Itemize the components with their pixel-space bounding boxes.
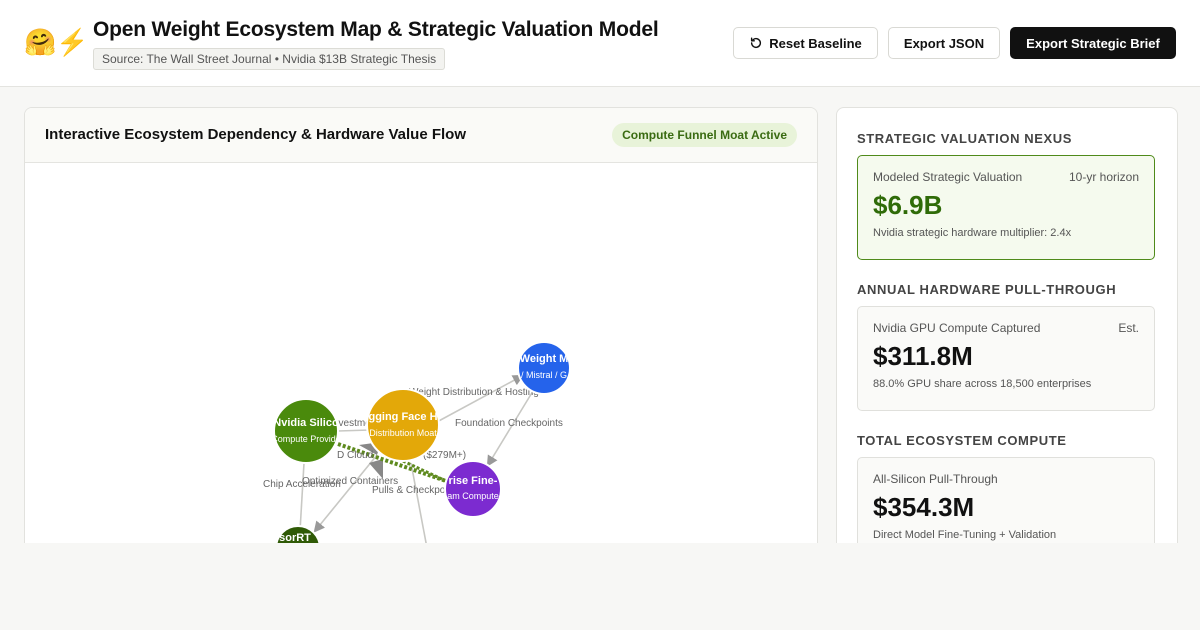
edge-label-weight-distribution: Weight Distribution & Hosting [409, 387, 539, 398]
edge-nvidia-to-tensorrt[interactable] [299, 462, 305, 532]
ecosystem-compute-note: Direct Model Fine-Tuning + Validation [873, 529, 1057, 541]
reset-baseline-button[interactable]: Reset Baseline [733, 27, 878, 59]
valuation-note: Nvidia strategic hardware multiplier: 2.… [873, 227, 1072, 239]
hugging-face-bolt-logo-icon: 🤗⚡ [24, 27, 89, 57]
node-hf-title: gging Face H [368, 411, 437, 423]
node-open-weight-models[interactable]: Weight M / Mistral / G [517, 341, 571, 395]
reset-icon [751, 37, 762, 49]
ecosystem-panel: Interactive Ecosystem Dependency & Hardw… [24, 107, 818, 559]
edge-label-pulls-checkpoints: Pulls & Checkpo [372, 485, 446, 496]
edge-label-foundation-checkpoints: Foundation Checkpoints [455, 418, 563, 429]
hardware-est-tag: Est. [1118, 321, 1139, 335]
export-strategic-brief-label: Export Strategic Brief [1026, 35, 1160, 51]
node-enterprise-subtitle: am Compute [447, 491, 499, 501]
ecosystem-compute-value: $354.3M [873, 492, 975, 522]
valuation-horizon-tag: 10-yr horizon [1068, 170, 1139, 184]
edge-label-cloud-value: ($279M+) [423, 450, 466, 461]
hardware-value: $311.8M [873, 341, 973, 371]
valuation-panel: Strategic Valuation Nexus Modeled Strate… [836, 107, 1178, 559]
valuation-label: Modeled Strategic Valuation [873, 170, 1023, 184]
export-strategic-brief-button[interactable]: Export Strategic Brief [1010, 27, 1176, 59]
node-openweight-subtitle: / Mistral / G [521, 370, 567, 380]
edge-hf-to-openweight[interactable] [434, 374, 524, 424]
top-header: 🤗⚡ Open Weight Ecosystem Map & Strategic… [0, 0, 1200, 87]
node-hugging-face-hub[interactable]: gging Face H Distribution Moat [366, 388, 440, 462]
ecosystem-panel-title: Interactive Ecosystem Dependency & Hardw… [45, 126, 466, 143]
source-badge: Source: The Wall Street Journal • Nvidia… [93, 48, 446, 70]
node-nvidia-title: Nvidia Silico [273, 417, 339, 429]
section-title-hardware-pullthrough: Annual Hardware Pull-Through [857, 282, 1117, 297]
ecosystem-graph[interactable]: Weight Distribution & Hosting Foundation… [25, 163, 817, 558]
node-hf-subtitle: Distribution Moat [369, 428, 437, 438]
node-nvidia-silicon[interactable]: Nvidia Silico Compute Provide [271, 398, 341, 464]
node-nvidia-subtitle: Compute Provide [271, 434, 341, 444]
valuation-card[interactable]: Modeled Strategic Valuation 10-yr horizo… [857, 155, 1155, 260]
edge-label-chip-acceleration: Chip Acceleration [263, 479, 341, 490]
edge-hf-to-tensorrt[interactable] [313, 454, 378, 533]
node-enterprise-finetune[interactable]: rise Fine- am Compute [444, 460, 502, 518]
ecosystem-compute-label: All-Silicon Pull-Through [873, 472, 998, 486]
compute-funnel-badge: Compute Funnel Moat Active [612, 123, 797, 147]
reset-baseline-label: Reset Baseline [769, 35, 862, 51]
edge-nvidia-to-hf[interactable] [337, 429, 371, 432]
export-json-button[interactable]: Export JSON [888, 27, 1000, 59]
hardware-note: 88.0% GPU share across 18,500 enterprise… [873, 378, 1092, 390]
node-openweight-title: Weight M [520, 353, 569, 365]
section-title-valuation-nexus: Strategic Valuation Nexus [857, 131, 1073, 146]
valuation-value: $6.9B [873, 190, 943, 220]
ecosystem-panel-header: Interactive Ecosystem Dependency & Hardw… [25, 108, 817, 163]
hardware-label: Nvidia GPU Compute Captured [873, 321, 1041, 335]
page-bottom-area [0, 543, 1200, 630]
section-title-ecosystem-compute: Total Ecosystem Compute [857, 433, 1067, 448]
node-enterprise-title: rise Fine- [449, 475, 498, 487]
export-json-label: Export JSON [903, 35, 985, 51]
page-title: Open Weight Ecosystem Map & Strategic Va… [93, 18, 659, 41]
edge-hf-to-enterprise-funnel[interactable] [402, 459, 447, 483]
edge-label-cloud: D Cloud [337, 450, 373, 461]
hardware-pullthrough-card[interactable]: Nvidia GPU Compute Captured Est. $311.8M… [857, 306, 1155, 411]
